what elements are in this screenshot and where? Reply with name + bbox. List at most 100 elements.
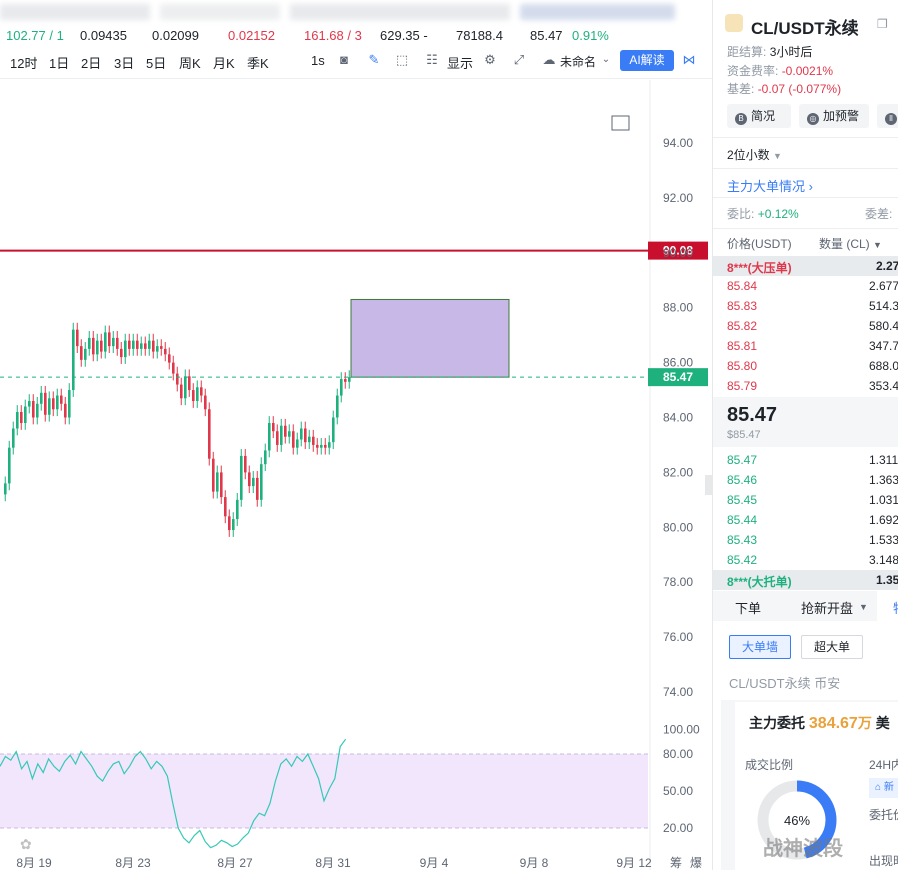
candle	[68, 383, 71, 425]
candle	[256, 471, 259, 507]
bid-row[interactable]: 85.45 1.031	[713, 490, 898, 510]
display-button[interactable]: 显示	[447, 53, 473, 72]
price-tick-label: 76.00	[663, 630, 693, 644]
candle-body	[188, 376, 191, 391]
candle	[28, 394, 31, 414]
candle	[144, 336, 147, 356]
caret-down-icon: ▼	[859, 602, 868, 612]
date-tick-label: 9月 12	[616, 856, 652, 870]
candle	[172, 355, 175, 381]
ask-row[interactable]: 85.84 2.677	[713, 276, 898, 296]
interval-week[interactable]: 周K	[179, 53, 201, 72]
ask-row[interactable]: 85.80 688.0	[713, 356, 898, 376]
candle-body	[300, 428, 303, 440]
interval-season[interactable]: 季K	[247, 53, 269, 72]
liquidation-button[interactable]: 爆	[690, 856, 702, 870]
ask-qty: 353.4	[869, 379, 898, 393]
more-button[interactable]: ll	[877, 104, 898, 128]
candle	[4, 476, 7, 502]
candle-body	[136, 340, 139, 349]
expand-chart-icon[interactable]	[611, 115, 630, 131]
fullscreen-icon[interactable]: ⤢	[511, 52, 527, 68]
candle	[24, 399, 27, 430]
decimals-select[interactable]: 2位小数	[727, 148, 770, 162]
chevron-down-icon[interactable]: ⌄	[598, 52, 614, 68]
pencil-icon[interactable]: ✎	[366, 52, 382, 68]
candle	[260, 457, 263, 507]
ticker-tabs-strip	[0, 0, 712, 26]
watermark-logo-icon: ✿	[20, 836, 32, 852]
bid-qty: 1.533	[869, 533, 898, 547]
interval-2d[interactable]: 2日	[81, 53, 101, 72]
candle-body	[220, 472, 223, 498]
candle	[192, 383, 195, 408]
bid-row[interactable]: 85.47 1.311	[713, 450, 898, 470]
ask-row[interactable]: 85.82 580.4	[713, 316, 898, 336]
big-bid-row: 8***(大托单) 1.35	[713, 570, 898, 590]
price-tick-label: 80.00	[663, 520, 693, 534]
chevron-right-icon: ›	[805, 179, 813, 194]
info-icon: B	[735, 113, 747, 125]
cloud-icon[interactable]: ☁	[541, 52, 557, 68]
chart-pane[interactable]: 102.77 / 1 0.09435 0.02099 0.02152 161.6…	[0, 0, 712, 870]
pause-icon: ll	[885, 113, 897, 125]
select-region-icon[interactable]: ⬚	[394, 52, 410, 68]
layout-name[interactable]: 未命名	[560, 53, 596, 70]
candle	[168, 347, 171, 370]
bid-qty: 1.311	[869, 453, 898, 467]
indicators-icon[interactable]: ☷	[424, 52, 440, 68]
candle-body	[48, 398, 51, 415]
tab-more[interactable]: 特	[893, 598, 898, 617]
big-bid-qty: 1.35	[876, 573, 898, 587]
candle-body	[4, 483, 7, 495]
ai-explain-button[interactable]: AI解读	[620, 50, 674, 71]
price-chart[interactable]: 90.0885.47 94.0092.0090.0088.0086.0084.0…	[0, 80, 712, 870]
ask-row[interactable]: 85.81 347.7	[713, 336, 898, 356]
bid-row[interactable]: 85.43 1.533	[713, 530, 898, 550]
collapse-handle[interactable]	[705, 475, 712, 495]
candle-body	[264, 450, 267, 465]
bid-row[interactable]: 85.44 1.692	[713, 510, 898, 530]
candle	[124, 333, 127, 364]
camera-icon[interactable]: ◙	[336, 52, 352, 68]
candle	[32, 394, 35, 425]
candle-body	[284, 425, 287, 437]
target-zone-box[interactable]	[350, 298, 510, 378]
candle-body	[248, 472, 251, 487]
chips-button[interactable]: 筹	[670, 856, 682, 870]
candle	[300, 421, 303, 447]
ask-row[interactable]: 85.79 353.4	[713, 376, 898, 396]
interval-5d[interactable]: 5日	[146, 53, 166, 72]
interval-12h[interactable]: 12时	[10, 53, 37, 72]
candle-body	[172, 362, 175, 374]
col-qty[interactable]: 数量 (CL)	[819, 237, 870, 251]
candle-body	[228, 516, 231, 531]
candle-body	[216, 472, 219, 492]
add-alert-button[interactable]: ◎ 加预警	[799, 104, 869, 128]
interval-3d[interactable]: 3日	[114, 53, 134, 72]
candle	[208, 402, 211, 466]
interval-1s[interactable]: 1s	[311, 53, 325, 68]
settings-icon[interactable]: ⚙	[482, 52, 498, 68]
interval-month[interactable]: 月K	[213, 53, 235, 72]
bid-qty: 1.363	[869, 473, 898, 487]
bid-row[interactable]: 85.46 1.363	[713, 470, 898, 490]
wall-button[interactable]: 大单墙	[729, 635, 791, 659]
candle	[280, 418, 283, 452]
main-order-link[interactable]: 主力大单情况	[727, 179, 805, 194]
big-order-button[interactable]: 超大单	[801, 635, 863, 659]
overview-button[interactable]: B 简况	[727, 104, 791, 128]
lock-icon[interactable]: ⌂ 新	[869, 778, 898, 798]
candle	[88, 331, 91, 356]
candle	[240, 449, 243, 507]
copy-icon[interactable]: ❐	[877, 17, 888, 31]
candle	[164, 342, 167, 362]
tab-open[interactable]: 抢新开盘	[801, 598, 853, 617]
tab-order[interactable]: 下单	[735, 598, 761, 617]
interval-1d[interactable]: 1日	[49, 53, 69, 72]
share-icon[interactable]: ⋈	[681, 52, 697, 68]
ask-row[interactable]: 85.83 514.3	[713, 296, 898, 316]
bid-row[interactable]: 85.42 3.148	[713, 550, 898, 570]
candle	[56, 388, 59, 417]
candle-body	[324, 444, 327, 448]
